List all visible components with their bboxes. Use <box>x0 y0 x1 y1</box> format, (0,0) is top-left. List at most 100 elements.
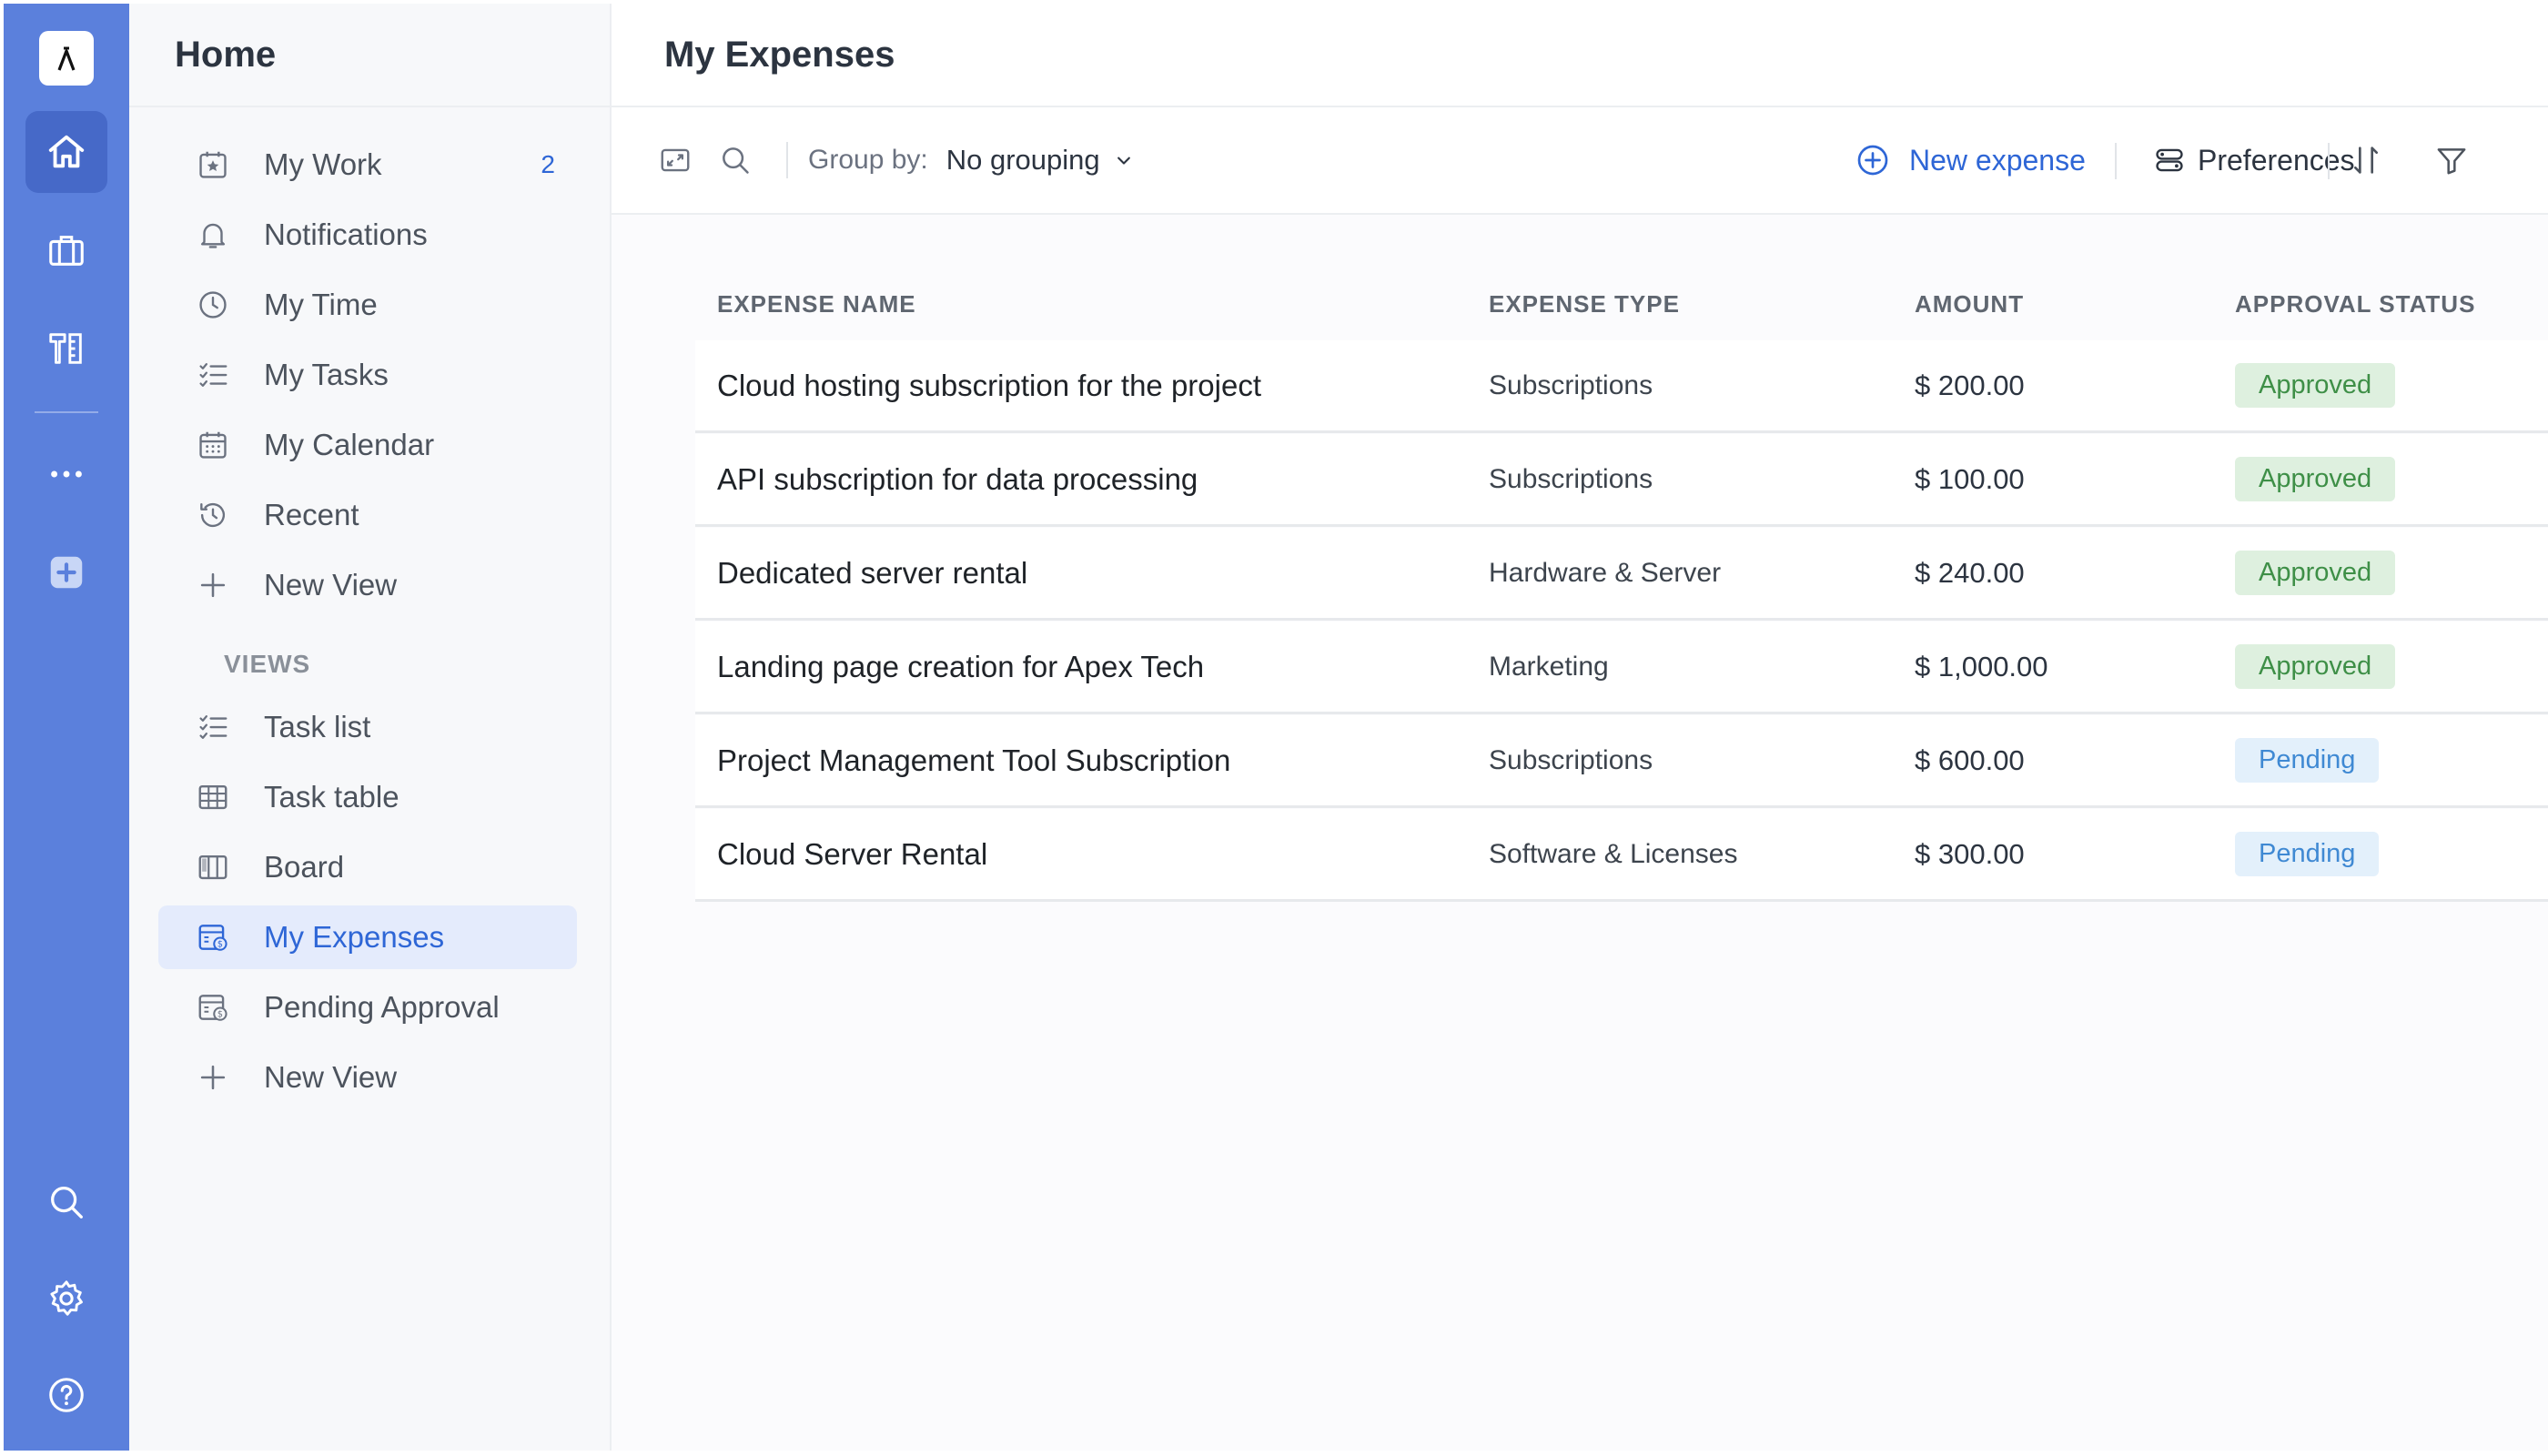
expense-amount: $ 600.00 <box>1915 743 2025 776</box>
expense-type: Software & Licenses <box>1489 838 1738 869</box>
plus-icon <box>200 572 226 598</box>
column-header-approval-status[interactable]: APPROVAL STATUS <box>2235 290 2548 318</box>
table-row[interactable]: Cloud Server Rental Software & Licenses … <box>695 809 2548 902</box>
groupby-dropdown[interactable]: No grouping <box>946 144 1137 177</box>
svg-text:$: $ <box>217 939 223 949</box>
sidebar-item-task-table[interactable]: Task table <box>158 765 577 829</box>
table-icon <box>198 784 228 810</box>
expense-amount: $ 300.00 <box>1915 837 2025 870</box>
sidebar-item-label: Pending Approval <box>264 990 500 1024</box>
sidebar-item-label: New View <box>264 568 398 602</box>
expense-icon: $ <box>198 995 228 1021</box>
star-icon <box>199 151 227 178</box>
rail-tools-button[interactable] <box>25 308 107 389</box>
table-row[interactable]: API subscription for data processing Sub… <box>695 434 2548 527</box>
sidebar-item-new-view[interactable]: New View <box>158 553 577 617</box>
toolbar-search-button[interactable] <box>715 140 755 180</box>
history-icon <box>200 502 226 528</box>
rail-add-button[interactable] <box>25 531 107 613</box>
status-badge: Approved <box>2235 644 2396 689</box>
toolbar-divider <box>2328 143 2330 179</box>
table-row[interactable]: Cloud hosting subscription for the proje… <box>695 340 2548 433</box>
briefcase-icon <box>49 236 84 266</box>
help-icon <box>49 1378 84 1412</box>
rail-help-button[interactable] <box>25 1354 107 1436</box>
table-row[interactable]: Dedicated server rental Hardware & Serve… <box>695 528 2548 621</box>
home-icon <box>48 135 85 168</box>
rail-home-button[interactable] <box>25 111 107 193</box>
checklist-icon <box>199 715 228 739</box>
sidebar-item-label: My Tasks <box>264 358 389 391</box>
new-expense-label: New expense <box>1909 143 2086 177</box>
sidebar-item-my-time[interactable]: My Time <box>158 273 577 337</box>
sort-button[interactable] <box>2348 107 2384 213</box>
sidebar-item-task-list[interactable]: Task list <box>158 695 577 759</box>
sidebar-item-label: My Calendar <box>264 428 435 461</box>
sidebar-item-new-view-2[interactable]: New View <box>158 1046 577 1109</box>
expense-amount: $ 1,000.00 <box>1915 650 2048 682</box>
preferences-button[interactable]: Preferences <box>2152 107 2355 213</box>
sidebar-item-pending-approval[interactable]: $ Pending Approval <box>158 976 577 1039</box>
expense-name: Project Management Tool Subscription <box>717 743 1231 777</box>
filter-button[interactable] <box>2433 107 2470 213</box>
sidebar-item-my-calendar[interactable]: My Calendar <box>158 413 577 477</box>
rail-more-button[interactable] <box>25 433 107 515</box>
rail-projects-button[interactable] <box>25 209 107 291</box>
logo-icon <box>57 46 76 71</box>
expense-icon: $ <box>198 925 228 951</box>
add-circle-icon <box>1857 145 1888 176</box>
rail-search-button[interactable] <box>25 1161 107 1243</box>
gear-icon <box>50 1280 83 1316</box>
search-icon <box>51 1187 83 1218</box>
views-section-label: VIEWS <box>224 650 311 678</box>
sidebar-item-label: Board <box>264 850 345 884</box>
tools-icon <box>49 333 82 364</box>
column-header-expense-type[interactable]: EXPENSE TYPE <box>1489 290 1915 318</box>
checklist-icon <box>199 363 228 387</box>
sidebar-item-my-tasks[interactable]: My Tasks <box>158 343 577 407</box>
sort-icon <box>2354 147 2378 174</box>
page-title: My Expenses <box>664 34 895 75</box>
sidebar-item-board[interactable]: Board <box>158 835 577 899</box>
sidebar-item-label: My Expenses <box>264 920 445 954</box>
sidebar-item-my-work[interactable]: My Work 2 <box>158 133 577 197</box>
expense-name: API subscription for data processing <box>717 461 1198 496</box>
app-rail <box>4 4 129 1451</box>
expense-type: Subscriptions <box>1489 463 1653 494</box>
toolbar-divider <box>786 142 788 178</box>
status-badge: Approved <box>2235 551 2396 595</box>
expense-name: Cloud hosting subscription for the proje… <box>717 368 1261 402</box>
expense-name: Cloud Server Rental <box>717 836 988 871</box>
main-panel: My Expenses Group by: No grouping New ex… <box>612 4 2548 1451</box>
sidebar-item-my-expenses[interactable]: $ My Expenses <box>158 905 577 969</box>
expense-amount: $ 100.00 <box>1915 462 2025 495</box>
expand-button[interactable] <box>655 140 695 180</box>
new-expense-button[interactable]: New expense <box>1855 107 2086 213</box>
sidebar-item-label: My Time <box>264 288 378 321</box>
expenses-table: EXPENSE NAME EXPENSE TYPE AMOUNT APPROVA… <box>695 268 2548 903</box>
sidebar-item-notifications[interactable]: Notifications <box>158 203 577 267</box>
rail-settings-button[interactable] <box>25 1258 107 1340</box>
more-icon <box>51 470 82 478</box>
expense-type: Marketing <box>1489 651 1609 682</box>
chevron-down-icon <box>1117 157 1130 165</box>
sidebar-item-label: Task list <box>264 710 371 743</box>
groupby-label: Group by: <box>808 145 928 175</box>
add-icon <box>50 556 83 589</box>
svg-text:$: $ <box>217 1009 223 1019</box>
sidebar-item-recent[interactable]: Recent <box>158 483 577 547</box>
calendar-icon <box>199 431 227 459</box>
expense-type: Subscriptions <box>1489 369 1653 400</box>
expense-type: Subscriptions <box>1489 744 1653 775</box>
column-header-expense-name[interactable]: EXPENSE NAME <box>695 290 1489 318</box>
expense-name: Dedicated server rental <box>717 555 1028 590</box>
table-row[interactable]: Project Management Tool Subscription Sub… <box>695 715 2548 808</box>
status-badge: Approved <box>2235 363 2396 408</box>
app-logo[interactable] <box>39 31 94 86</box>
status-badge: Pending <box>2235 738 2380 783</box>
column-header-amount[interactable]: AMOUNT <box>1915 290 2235 318</box>
table-row[interactable]: Landing page creation for Apex Tech Mark… <box>695 622 2548 714</box>
table-header: EXPENSE NAME EXPENSE TYPE AMOUNT APPROVA… <box>695 268 2548 340</box>
sidebar-item-label: Task table <box>264 780 399 814</box>
sidebar-item-label: New View <box>264 1060 398 1094</box>
